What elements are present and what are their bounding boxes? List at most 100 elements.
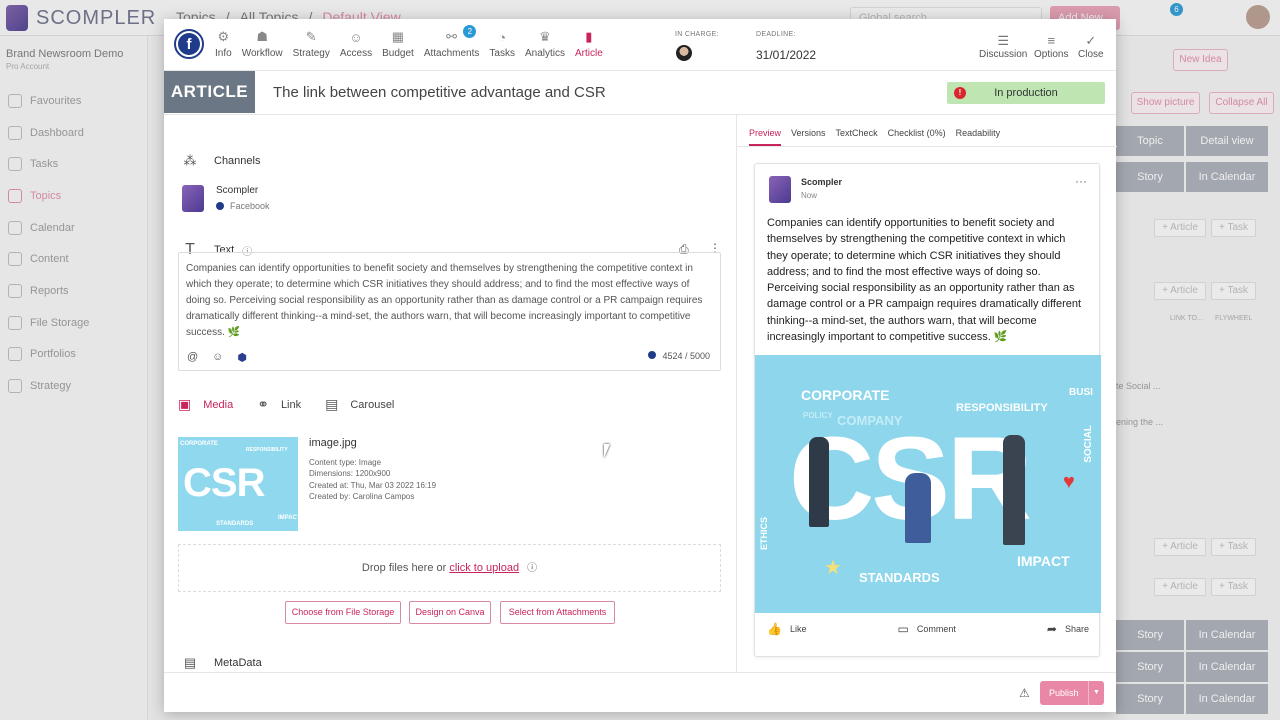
design-on-canva-button[interactable]: Design on Canva xyxy=(409,601,491,624)
tab-workflow[interactable]: ☗ Workflow xyxy=(237,29,288,59)
tab-tasks[interactable]: ◔ Tasks xyxy=(484,29,520,60)
article-icon: ▮ xyxy=(585,29,593,44)
editor-toolbar: @ ☺ ⬢ xyxy=(187,351,247,364)
tab-media[interactable]: ▣ Media xyxy=(178,396,233,413)
tab-label: Tasks xyxy=(489,48,515,59)
tab-link[interactable]: ⚭ Link xyxy=(257,396,301,413)
comment-icon: ▭ xyxy=(897,622,909,636)
menu-icon: ≡ xyxy=(1047,33,1056,48)
tab-access[interactable]: ☺ Access xyxy=(335,29,377,60)
comment-button[interactable]: ▭ Comment xyxy=(898,622,956,636)
more-horizontal-icon[interactable]: ··· xyxy=(1075,174,1087,188)
file-dimensions: Dimensions: 1200x900 xyxy=(309,469,391,478)
tab-info[interactable]: ⚙ Info xyxy=(210,29,237,59)
options-button[interactable]: ≡ Options xyxy=(1034,33,1068,60)
image-word: CORPORATE xyxy=(801,387,890,403)
mention-icon[interactable]: @ xyxy=(187,351,198,364)
file-created-by: Created by: Carolina Campos xyxy=(309,492,415,501)
publish-label: Publish xyxy=(1049,688,1079,698)
channel-network: Facebook xyxy=(216,201,270,211)
tab-label: Strategy xyxy=(292,48,330,59)
post-image: CORPORATE RESPONSIBILITY COMPANY POLICY … xyxy=(755,355,1101,613)
modal-tabs: ⚙ Info ☗ Workflow ✎ Strategy ☺ Access ▦ Budge… xyxy=(210,25,608,60)
options-label: Options xyxy=(1034,49,1069,60)
strategy-icon: ✎ xyxy=(305,29,317,44)
deadline-label: DEADLINE: xyxy=(756,31,796,38)
status-label: In production xyxy=(994,87,1058,99)
discussion-label: Discussion xyxy=(979,49,1028,60)
tab-preview[interactable]: Preview xyxy=(749,128,782,146)
like-label: Like xyxy=(789,624,807,634)
tab-versions[interactable]: Versions xyxy=(791,128,826,146)
article-type-badge: ARTICLE xyxy=(164,71,255,113)
emoji-icon[interactable]: ☺ xyxy=(212,351,223,364)
tab-label: Media xyxy=(203,398,234,411)
image-word: BUSI xyxy=(1069,387,1093,398)
preview-tabs: Preview Versions TextCheck Checklist (0%… xyxy=(749,128,1000,146)
chevron-down-icon[interactable]: ▼ xyxy=(1088,681,1104,705)
hashtag-icon[interactable]: ⬢ xyxy=(237,351,247,364)
image-icon: ▣ xyxy=(178,396,192,412)
illustration-person xyxy=(809,437,829,527)
article-title-bar: ARTICLE The link between competitive adv… xyxy=(164,71,1116,115)
text-editor[interactable]: Companies can identify opportunities to … xyxy=(178,252,721,371)
publish-button[interactable]: Publish ▼ xyxy=(1040,681,1104,705)
close-label: Close xyxy=(1078,49,1104,60)
status-badge[interactable]: ! In production xyxy=(947,82,1105,104)
carousel-icon: ▤ xyxy=(325,396,339,412)
tab-label: Carousel xyxy=(350,398,395,411)
tab-textcheck[interactable]: TextCheck xyxy=(836,128,878,146)
image-word: SOCIAL xyxy=(1083,425,1094,463)
heart-icon: ♥ xyxy=(1063,471,1075,493)
file-content-type: Content type: Image xyxy=(309,457,382,467)
image-word: IMPACT xyxy=(1017,553,1070,569)
close-button[interactable]: ✓ Close xyxy=(1078,33,1104,60)
article-modal: f ⚙ Info ☗ Workflow ✎ Strategy ☺ Access ▦ Bud… xyxy=(164,19,1117,712)
comment-label: Comment xyxy=(916,624,956,634)
tab-analytics[interactable]: ♛ Analytics xyxy=(520,29,570,59)
article-title[interactable]: The link between competitive advantage a… xyxy=(273,84,606,101)
like-button[interactable]: 👍 Like xyxy=(767,622,806,636)
scompler-account-logo xyxy=(769,176,791,203)
select-from-attachments-button[interactable]: Select from Attachments xyxy=(500,601,615,624)
share-button[interactable]: ➦ Share xyxy=(1047,622,1089,636)
tab-label: Info xyxy=(215,48,232,59)
thumb-csr-text: CSR xyxy=(183,461,265,505)
info-circle-icon[interactable]: ⓘ xyxy=(527,563,537,574)
media-file-info: image.jpg Content type: Image Dimensions… xyxy=(309,437,436,503)
upload-dropzone[interactable]: Drop files here or click to upload ⓘ xyxy=(178,544,721,592)
media-tabs: ▣ Media ⚭ Link ▤ Carousel xyxy=(178,396,394,413)
choose-from-file-storage-button[interactable]: Choose from File Storage xyxy=(285,601,401,624)
image-word: ETHICS xyxy=(759,517,769,551)
tab-readability[interactable]: Readability xyxy=(956,128,1001,146)
text-editor-content[interactable]: Companies can identify opportunities to … xyxy=(186,261,714,341)
tab-label: Access xyxy=(339,48,373,59)
tab-article[interactable]: ▮ Article xyxy=(570,29,608,59)
tab-label: Link xyxy=(280,398,302,411)
tab-checklist[interactable]: Checklist (0%) xyxy=(888,128,946,146)
discussion-icon: ☰ xyxy=(997,33,1009,48)
tab-label: Analytics xyxy=(524,48,565,59)
deadline-value[interactable]: 31/01/2022 xyxy=(756,48,816,62)
tab-carousel[interactable]: ▤ Carousel xyxy=(325,396,394,413)
warning-triangle-icon[interactable]: ⚠ xyxy=(1019,686,1030,700)
media-thumbnail[interactable]: CORPORATE RESPONSIBILITY CSR STANDARDS I… xyxy=(178,437,298,531)
editor-panel: ⁂ Channels Scompler Facebook T Text ⓘ ⎙ ⋮ C… xyxy=(164,115,736,672)
tab-attachments[interactable]: ⚯ Attachments 2 xyxy=(419,25,485,59)
illustration-person xyxy=(1003,435,1025,545)
mouse-cursor xyxy=(604,444,616,458)
tab-budget[interactable]: ▦ Budget xyxy=(377,29,419,59)
channel-network-name: Facebook xyxy=(230,201,270,211)
budget-icon: ▦ xyxy=(391,29,405,44)
tab-divider xyxy=(737,146,1117,147)
in-charge-avatar[interactable] xyxy=(676,45,692,61)
facebook-post-preview: Scompler Now ··· Companies can identify … xyxy=(754,163,1101,657)
facebook-channel-icon: f xyxy=(174,29,204,59)
attachments-icon: ⚯ xyxy=(446,29,458,44)
modal-header: f ⚙ Info ☗ Workflow ✎ Strategy ☺ Access ▦ Bud… xyxy=(164,19,1116,71)
discussion-button[interactable]: ☰ Discussion xyxy=(979,33,1027,60)
tab-strategy[interactable]: ✎ Strategy xyxy=(288,29,335,59)
post-actions: 👍 Like ▭ Comment ➦ Share xyxy=(755,622,1101,636)
metadata-icon: ▤ xyxy=(183,655,197,670)
click-to-upload-link[interactable]: click to upload xyxy=(449,562,519,574)
